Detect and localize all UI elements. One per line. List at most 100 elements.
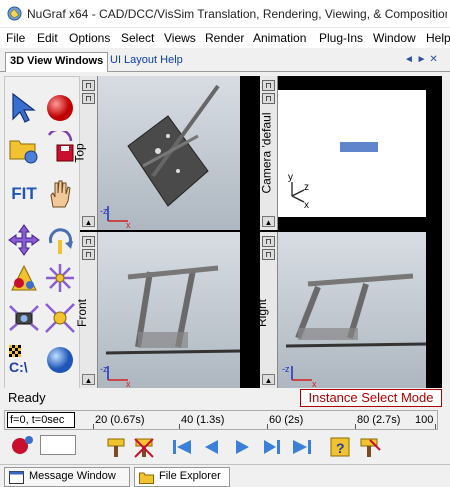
tab-message-label: Message Window — [29, 470, 116, 482]
menu-plug-ins[interactable]: Plug-Ins — [319, 31, 363, 45]
menu-file[interactable]: File — [6, 31, 25, 45]
menu-help[interactable]: Help — [426, 31, 450, 45]
drive-path-icon: C:\ — [9, 359, 28, 375]
menu-views[interactable]: Views — [164, 31, 196, 45]
playback-toolbar: ? — [4, 432, 444, 462]
scroll-up-icon[interactable]: ▲ — [262, 216, 275, 227]
step-back-icon[interactable] — [200, 436, 224, 458]
tab-ui-layout-help[interactable]: UI Layout Help — [110, 54, 183, 66]
rewind-icon[interactable] — [170, 436, 194, 458]
tab-navigation-controls[interactable]: ◄ ► ✕ — [404, 54, 438, 65]
file-explorer-icon — [139, 472, 154, 484]
camera-tool-icon[interactable] — [7, 301, 41, 335]
svg-text:?: ? — [336, 440, 345, 456]
menu-edit[interactable]: Edit — [37, 31, 58, 45]
checker-material-icon[interactable]: C:\ — [7, 343, 41, 377]
scroll-up-icon[interactable]: ▲ — [262, 374, 275, 385]
delete-key-hammer-icon[interactable] — [132, 436, 156, 458]
selection-mode-indicator[interactable]: Instance Select Mode — [300, 389, 442, 407]
transform-gizmo-icon[interactable] — [43, 261, 77, 295]
top-view-label[interactable]: Top — [73, 143, 87, 162]
open-folder-icon[interactable] — [7, 131, 41, 165]
menu-animation[interactable]: Animation — [253, 31, 306, 45]
menu-select[interactable]: Select — [121, 31, 154, 45]
top-viewport[interactable]: -z x — [98, 76, 240, 230]
timeline-tick-label: 20 (0.67s) — [95, 414, 145, 426]
camera-viewport[interactable]: y z x — [278, 90, 426, 217]
timeline-tick-label: 80 (2.7s) — [357, 414, 401, 426]
viewport-divider — [240, 76, 260, 230]
keyframe-sphere-icon[interactable] — [10, 434, 34, 456]
viewport-grid: ⊓ ⊓ Top ▲ -z x ⊓ ⊓ Camera 'defaul ▲ y z … — [73, 76, 442, 389]
front-scene-model: -z x — [100, 265, 241, 389]
pin-icon[interactable]: ⊓ — [82, 249, 95, 260]
status-bar: Ready Instance Select Mode — [4, 388, 442, 408]
scroll-up-icon[interactable]: ▲ — [82, 374, 95, 385]
pin-icon[interactable]: ⊓ — [82, 236, 95, 247]
front-view-label[interactable]: Front — [75, 299, 89, 327]
svg-text:z: z — [304, 182, 309, 193]
front-viewport[interactable]: -z x — [98, 232, 241, 389]
select-arrow-icon[interactable] — [7, 91, 41, 125]
move-arrows-icon[interactable] — [7, 223, 41, 257]
view-tab-strip: 3D View Windows UI Layout Help ◄ ► ✕ — [0, 50, 450, 72]
fast-forward-icon[interactable] — [290, 436, 314, 458]
menu-window[interactable]: Window — [373, 31, 416, 45]
scroll-up-icon[interactable]: ▲ — [82, 216, 95, 227]
right-viewport[interactable]: -z x — [278, 232, 427, 389]
play-icon[interactable] — [230, 436, 254, 458]
fit-view-icon[interactable]: FIT — [7, 177, 41, 211]
pin-icon[interactable]: ⊓ — [82, 80, 95, 91]
tab-3d-view-windows[interactable]: 3D View Windows — [5, 52, 109, 72]
blue-sphere-icon[interactable] — [43, 343, 77, 377]
hand-pan-icon[interactable] — [43, 177, 77, 211]
light-tool-icon[interactable] — [43, 301, 77, 335]
app-icon — [7, 6, 22, 21]
svg-text:-z: -z — [100, 364, 108, 374]
right-scene-model: -z x — [282, 273, 427, 389]
pin-icon[interactable]: ⊓ — [82, 93, 95, 104]
timeline-tick-label: 100 — [415, 414, 434, 426]
timeline-tick-label: 60 (2s) — [269, 414, 304, 426]
status-text: Ready — [8, 390, 46, 405]
svg-text:x: x — [126, 220, 131, 230]
viewport-divider — [426, 76, 442, 230]
pin-icon[interactable]: ⊓ — [262, 93, 275, 104]
frame-number-input[interactable] — [40, 435, 76, 455]
menu-render[interactable]: Render — [205, 31, 244, 45]
camera-view-label[interactable]: Camera 'defaul — [260, 113, 274, 194]
step-forward-icon[interactable] — [260, 436, 284, 458]
key-tool-icon[interactable] — [358, 436, 382, 458]
timeline-slider[interactable]: f=0, t=0sec 20 (0.67s) 40 (1.3s) 60 (2s)… — [4, 410, 438, 430]
rotate-icon[interactable] — [43, 223, 77, 257]
title-bar: NuGraf x64 - CAD/DCC/VisSim Translation,… — [0, 0, 450, 28]
pin-icon[interactable]: ⊓ — [262, 236, 275, 247]
tab-file-explorer[interactable]: File Explorer — [134, 467, 230, 487]
svg-text:y: y — [288, 172, 293, 183]
svg-text:-z: -z — [282, 364, 290, 374]
top-scene-model: -z x — [100, 84, 220, 230]
pin-icon[interactable]: ⊓ — [262, 249, 275, 260]
svg-text:x: x — [304, 200, 309, 211]
right-view-label[interactable]: Right — [255, 299, 269, 327]
scale-tool-icon[interactable] — [7, 261, 41, 295]
timeline-tick — [93, 424, 94, 429]
tab-message-window[interactable]: Message Window — [4, 467, 130, 487]
svg-text:x: x — [126, 379, 131, 388]
pin-icon[interactable]: ⊓ — [262, 80, 275, 91]
camera-viewport-sidebar: ⊓ ⊓ Camera 'defaul ▲ — [260, 76, 278, 230]
svg-text:-z: -z — [100, 206, 108, 216]
timeline-tick — [179, 424, 180, 429]
set-key-hammer-icon[interactable] — [104, 436, 128, 458]
timeline-tick — [267, 424, 268, 429]
menu-options[interactable]: Options — [69, 31, 110, 45]
front-viewport-sidebar: ⊓ ⊓ Front ▲ — [75, 232, 98, 388]
menu-bar: File Edit Options Select Views Render An… — [0, 28, 450, 48]
red-sphere-icon[interactable] — [43, 91, 77, 125]
application-window: NuGraf x64 - CAD/DCC/VisSim Translation,… — [0, 0, 450, 487]
time-readout: f=0, t=0sec — [7, 412, 75, 428]
timeline-tick-label: 40 (1.3s) — [181, 414, 225, 426]
window-title: NuGraf x64 - CAD/DCC/VisSim Translation,… — [27, 7, 447, 21]
top-viewport-sidebar: ⊓ ⊓ Top ▲ — [73, 76, 98, 230]
help-question-icon[interactable]: ? — [328, 436, 352, 458]
